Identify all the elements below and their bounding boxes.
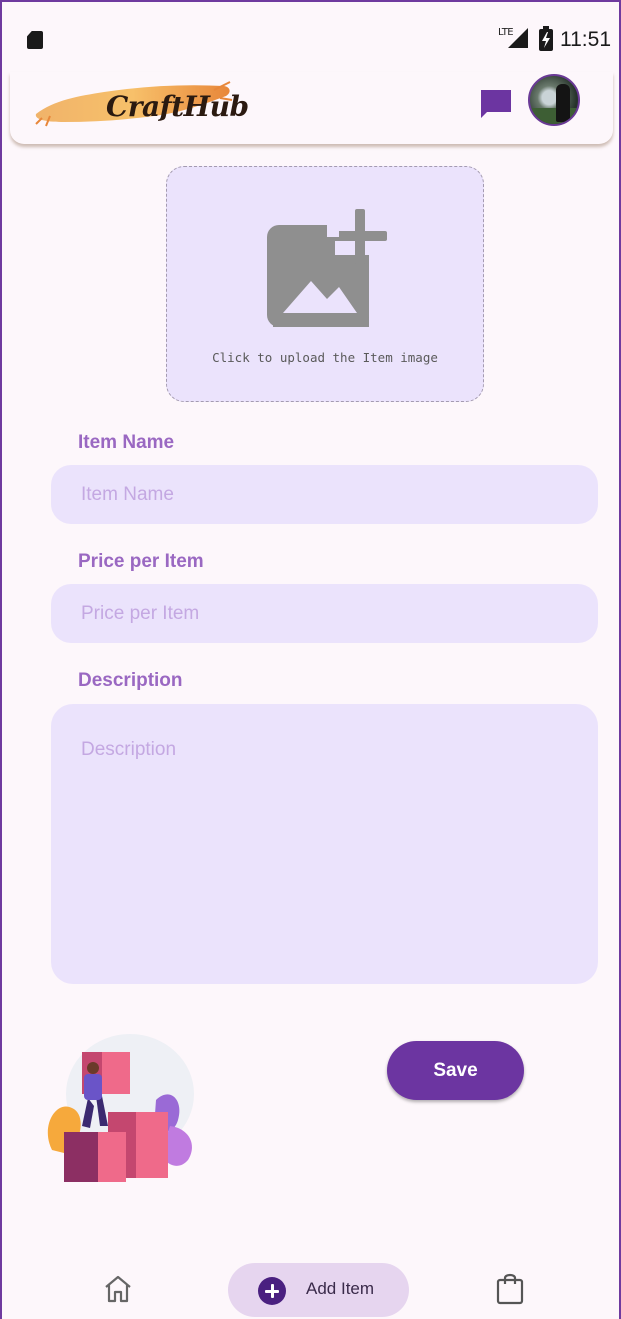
price-input[interactable]: [51, 584, 598, 643]
nav-add-item[interactable]: Add Item: [228, 1263, 409, 1317]
avatar[interactable]: [528, 74, 580, 126]
avatar-figure: [556, 84, 570, 122]
price-label: Price per Item: [78, 551, 204, 572]
add-photo-icon: [267, 209, 387, 327]
image-upload-box[interactable]: Click to upload the Item image: [166, 166, 484, 402]
battery-charging-icon: [539, 26, 553, 51]
add-circle-icon: [258, 1277, 286, 1305]
status-bar: LTE 11:51: [2, 2, 619, 72]
bottom-navigation: Add Item: [2, 1247, 619, 1319]
item-name-label: Item Name: [78, 432, 175, 453]
home-icon[interactable]: [102, 1273, 134, 1305]
sd-card-icon: [27, 31, 43, 49]
upload-hint-text: Click to upload the Item image: [212, 350, 438, 365]
item-name-input[interactable]: [51, 465, 598, 524]
shopping-bag-icon[interactable]: [496, 1271, 524, 1305]
description-label: Description: [78, 670, 183, 691]
description-textarea[interactable]: [51, 704, 598, 984]
crafthub-logo[interactable]: CraftHub: [34, 78, 249, 128]
avatar-grass: [530, 108, 578, 124]
app-bar: CraftHub: [10, 72, 613, 144]
nav-add-item-label: Add Item: [306, 1279, 375, 1298]
signal-icon: [508, 28, 528, 48]
chat-icon[interactable]: [479, 88, 513, 120]
save-button[interactable]: Save: [387, 1041, 524, 1100]
logo-text: CraftHub: [106, 90, 249, 123]
status-time: 11:51: [560, 28, 611, 51]
boxes-illustration: [47, 1034, 194, 1182]
